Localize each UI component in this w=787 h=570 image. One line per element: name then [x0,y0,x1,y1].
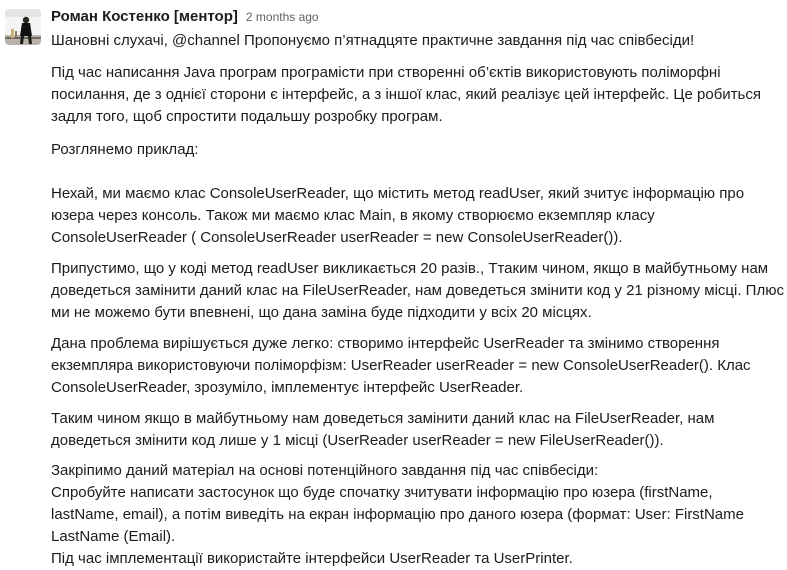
message-content: Роман Костенко [ментор] 2 months ago Шан… [51,8,784,570]
avatar-photo [5,9,41,45]
message-paragraph: Закріпимо даний матеріал на основі потен… [51,462,744,567]
message-paragraph: Нехай, ми маємо клас ConsoleUserReader, … [51,185,745,246]
message-timestamp[interactable]: 2 months ago [246,10,319,24]
avatar[interactable] [5,9,41,45]
chat-message: Роман Костенко [ментор] 2 months ago Шан… [0,0,787,567]
message-paragraph: Припустимо, що у коді метод readUser вик… [51,260,784,321]
message-header: Роман Костенко [ментор] 2 months ago [51,8,784,28]
message-paragraph: Під час написання Java програм програміс… [51,64,761,125]
message-paragraph: Таким чином якщо в майбутньому нам довед… [51,410,715,449]
message-paragraph: Дана проблема вирішується дуже легко: ст… [51,335,751,396]
message-paragraph: Шановні слухачі, @channel Пропонуємо п’я… [51,32,695,49]
message-paragraph: Розглянемо приклад: [51,141,199,158]
sender-name[interactable]: Роман Костенко [ментор] [51,8,238,25]
